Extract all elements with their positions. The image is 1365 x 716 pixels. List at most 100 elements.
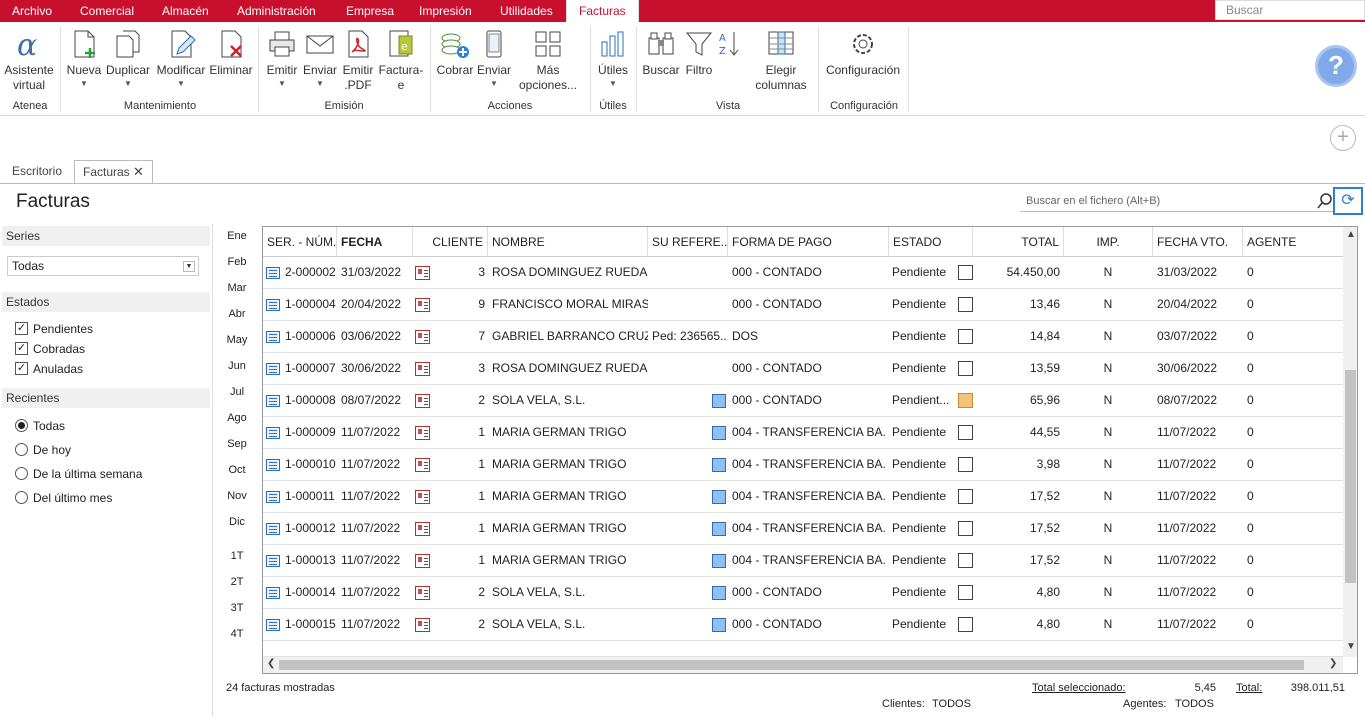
facturae-button[interactable]: e Factura-e <box>378 28 424 93</box>
quarter-1t[interactable]: 1T <box>222 550 252 562</box>
table-row[interactable]: 2-000002 31/03/2022 3 ROSA DOMINGUEZ RUEDA 0… <box>263 257 1343 289</box>
month-dic[interactable]: Dic <box>222 516 252 528</box>
month-ene[interactable]: Ene <box>222 230 252 242</box>
row-checkbox[interactable] <box>958 361 973 376</box>
menu-archivo[interactable]: Archivo <box>4 0 60 22</box>
row-checkbox[interactable] <box>958 617 973 632</box>
buscar-button[interactable]: Buscar <box>642 28 680 78</box>
menu-utilidades[interactable]: Utilidades <box>492 0 561 22</box>
month-abr[interactable]: Abr <box>222 308 252 320</box>
client-card-icon[interactable] <box>415 458 430 472</box>
month-nov[interactable]: Nov <box>222 490 252 502</box>
row-checkbox[interactable] <box>958 329 973 344</box>
menu-almacen[interactable]: Almacén <box>154 0 217 22</box>
sort-button[interactable]: AZ <box>716 28 742 63</box>
search-icon[interactable] <box>1317 192 1333 210</box>
client-card-icon[interactable] <box>415 362 430 376</box>
col-total[interactable]: TOTAL <box>973 227 1064 257</box>
client-card-icon[interactable] <box>415 554 430 568</box>
row-checkbox[interactable] <box>958 393 973 408</box>
asistente-virtual-button[interactable]: α Asistente virtual <box>4 28 54 93</box>
checkbox-pendientes[interactable]: ✓ Pendientes <box>15 321 93 337</box>
radio-ultimo-mes[interactable]: Del último mes <box>15 490 112 506</box>
client-card-icon[interactable] <box>415 618 430 632</box>
row-checkbox[interactable] <box>958 265 973 280</box>
row-checkbox[interactable] <box>958 425 973 440</box>
menu-administracion[interactable]: Administración <box>229 0 324 22</box>
table-row[interactable]: 1-000008 08/07/2022 2 SOLA VELA, S.L. 000 - … <box>263 385 1343 417</box>
table-row[interactable]: 1-000009 11/07/2022 1 MARIA GERMAN TRIGO 004… <box>263 417 1343 449</box>
month-jul[interactable]: Jul <box>222 386 252 398</box>
nueva-button[interactable]: Nueva ▼ <box>66 28 102 90</box>
month-oct[interactable]: Oct <box>222 464 252 476</box>
top-search-input[interactable]: Buscar <box>1215 0 1365 20</box>
menu-facturas[interactable]: Facturas <box>566 0 639 22</box>
chevron-right-icon[interactable]: ❯ <box>1329 658 1337 669</box>
elegir-columnas-button[interactable]: Elegir columnas <box>750 28 812 93</box>
table-row[interactable]: 1-000014 11/07/2022 2 SOLA VELA, S.L. 000 - … <box>263 577 1343 609</box>
client-card-icon[interactable] <box>415 586 430 600</box>
quarter-3t[interactable]: 3T <box>222 602 252 614</box>
vertical-scrollbar[interactable]: ▲ ▼ <box>1343 227 1357 657</box>
tab-facturas[interactable]: Facturas ✕ <box>74 160 153 184</box>
month-feb[interactable]: Feb <box>222 256 252 268</box>
refresh-button[interactable]: ⟳ <box>1333 187 1363 215</box>
month-may[interactable]: May <box>222 334 252 346</box>
table-row[interactable]: 1-000007 30/06/2022 3 ROSA DOMINGUEZ RUEDA 0… <box>263 353 1343 385</box>
scroll-thumb[interactable] <box>1345 370 1356 583</box>
row-checkbox[interactable] <box>958 489 973 504</box>
cobrar-button[interactable]: Cobrar <box>436 28 474 78</box>
horizontal-scrollbar[interactable]: ❮ ❯ <box>263 657 1343 673</box>
checkbox-anuladas[interactable]: ✓ Anuladas <box>15 361 83 377</box>
filtro-button[interactable]: Filtro <box>682 28 716 78</box>
checkbox-cobradas[interactable]: ✓ Cobradas <box>15 341 85 357</box>
client-card-icon[interactable] <box>415 266 430 280</box>
emitir-pdf-button[interactable]: Emitir .PDF <box>340 28 376 93</box>
row-checkbox[interactable] <box>958 521 973 536</box>
radio-de-hoy[interactable]: De hoy <box>15 442 71 458</box>
menu-comercial[interactable]: Comercial <box>72 0 142 22</box>
client-card-icon[interactable] <box>415 298 430 312</box>
col-fecha[interactable]: FECHA <box>337 227 413 257</box>
col-nombre[interactable]: NOMBRE <box>488 227 648 257</box>
eliminar-button[interactable]: Eliminar <box>208 28 254 78</box>
menu-empresa[interactable]: Empresa <box>338 0 402 22</box>
client-card-icon[interactable] <box>415 522 430 536</box>
chevron-up-icon[interactable]: ▲ <box>1346 229 1356 240</box>
col-estado[interactable]: ESTADO <box>889 227 973 257</box>
row-checkbox[interactable] <box>958 297 973 312</box>
tab-escritorio[interactable]: Escritorio <box>4 160 70 184</box>
month-mar[interactable]: Mar <box>222 282 252 294</box>
table-row[interactable]: 1-000015 11/07/2022 2 SOLA VELA, S.L. 000 - … <box>263 609 1343 641</box>
modificar-button[interactable]: Modificar ▼ <box>154 28 208 90</box>
col-su-referencia[interactable]: SU REFERE... <box>648 227 728 257</box>
col-ser-num[interactable]: SER. - NÚM. <box>263 227 337 257</box>
enviar-movil-button[interactable]: Enviar ▼ <box>476 28 512 90</box>
table-row[interactable]: 1-000012 11/07/2022 1 MARIA GERMAN TRIGO 004… <box>263 513 1343 545</box>
chevron-left-icon[interactable]: ❮ <box>267 658 275 669</box>
table-row[interactable]: 1-000004 20/04/2022 9 FRANCISCO MORAL MIRAS… <box>263 289 1343 321</box>
month-ago[interactable]: Ago <box>222 412 252 424</box>
client-card-icon[interactable] <box>415 426 430 440</box>
menu-impresion[interactable]: Impresión <box>411 0 480 22</box>
month-sep[interactable]: Sep <box>222 438 252 450</box>
table-row[interactable]: 1-000006 03/06/2022 7 GABRIEL BARRANCO CRUZ… <box>263 321 1343 353</box>
client-card-icon[interactable] <box>415 394 430 408</box>
enviar-button[interactable]: Enviar ▼ <box>302 28 338 90</box>
configuracion-button[interactable]: Configuración <box>824 28 902 78</box>
client-card-icon[interactable] <box>415 330 430 344</box>
quarter-2t[interactable]: 2T <box>222 576 252 588</box>
col-agente[interactable]: AGENTE <box>1243 227 1343 257</box>
client-card-icon[interactable] <box>415 490 430 504</box>
scroll-thumb[interactable] <box>279 660 1304 670</box>
series-select[interactable]: Todas ▼ <box>7 256 199 276</box>
col-fecha-vto[interactable]: FECHA VTO. <box>1153 227 1243 257</box>
row-checkbox[interactable] <box>958 553 973 568</box>
table-row[interactable]: 1-000013 11/07/2022 1 MARIA GERMAN TRIGO 004… <box>263 545 1343 577</box>
chevron-down-icon[interactable]: ▼ <box>183 261 195 272</box>
radio-ultima-semana[interactable]: De la última semana <box>15 466 142 482</box>
row-checkbox[interactable] <box>958 585 973 600</box>
mas-opciones-button[interactable]: Más opciones... <box>514 28 582 93</box>
radio-todas[interactable]: Todas <box>15 418 65 434</box>
quarter-4t[interactable]: 4T <box>222 628 252 640</box>
